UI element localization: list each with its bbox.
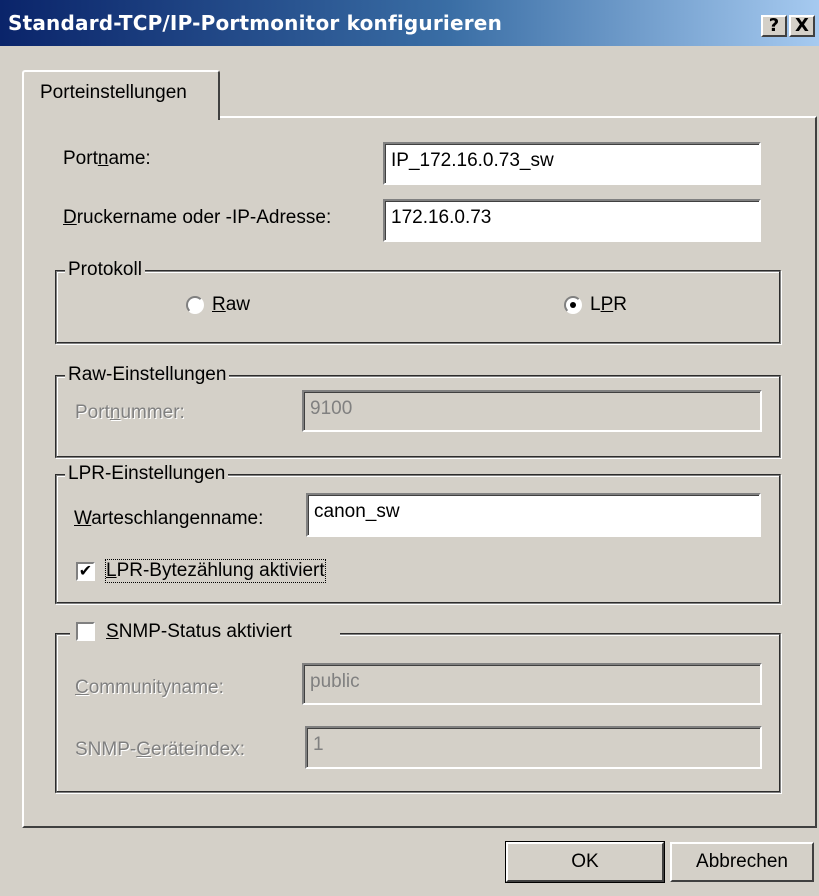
port-number-input[interactable]: 9100 <box>302 390 762 432</box>
cancel-button[interactable]: Abbrechen <box>670 842 814 882</box>
snmp-status-label: SNMP-Status aktiviert <box>106 621 292 642</box>
lpr-radio-option[interactable]: LPR <box>564 293 684 319</box>
lpr-byte-counting-label[interactable]: LPR-Bytezählung aktiviert <box>105 559 326 583</box>
printer-address-value: 172.16.0.73 <box>391 207 492 228</box>
raw-radio-option[interactable]: Raw <box>186 293 306 319</box>
raw-radio-label: Raw <box>212 294 251 315</box>
tab-porteinstellungen[interactable]: Porteinstellungen <box>22 70 220 120</box>
lpr-byte-counting-checkbox[interactable]: ✔ <box>76 562 95 581</box>
lpr-radio-label: LPR <box>590 294 627 315</box>
snmp-status-option[interactable]: SNMP-Status aktiviert <box>70 620 340 648</box>
community-name-value: public <box>310 671 360 692</box>
snmp-status-checkbox[interactable] <box>76 622 95 641</box>
tab-label: Porteinstellungen <box>40 82 187 103</box>
port-number-value: 9100 <box>310 398 353 419</box>
checkmark-icon: ✔ <box>78 563 93 580</box>
help-button[interactable]: ? <box>761 15 787 37</box>
printer-address-label: Druckername oder -IP-Adresse: <box>63 207 332 228</box>
queue-name-label: Warteschlangenname: <box>74 508 264 529</box>
port-name-label: Portname: <box>63 148 151 169</box>
community-name-input[interactable]: public <box>302 663 762 705</box>
queue-name-value: canon_sw <box>314 501 400 522</box>
port-name-input[interactable]: IP_172.16.0.73_sw <box>383 142 761 185</box>
device-index-label: SNMP-Geräteindex: <box>75 739 246 760</box>
device-index-value: 1 <box>313 734 324 755</box>
port-number-label: Portnummer: <box>75 402 185 423</box>
lpr-settings-legend: LPR-Einstellungen <box>65 463 229 485</box>
snmp-group <box>55 633 781 793</box>
protocol-legend: Protokoll <box>65 259 145 281</box>
device-index-input[interactable]: 1 <box>305 726 762 769</box>
raw-radio-button[interactable] <box>186 296 204 314</box>
radio-selected-dot <box>570 302 576 308</box>
ok-button[interactable]: OK <box>505 841 665 883</box>
community-name-label: Communityname: <box>75 677 224 698</box>
printer-address-input[interactable]: 172.16.0.73 <box>383 199 761 242</box>
queue-name-input[interactable]: canon_sw <box>306 493 761 537</box>
port-name-value: IP_172.16.0.73_sw <box>391 150 554 171</box>
window-title: Standard-TCP/IP-Portmonitor konfiguriere… <box>8 11 503 35</box>
lpr-radio-button[interactable] <box>564 296 582 314</box>
close-button[interactable]: X <box>789 15 815 37</box>
raw-settings-legend: Raw-Einstellungen <box>65 364 230 386</box>
title-bar[interactable]: Standard-TCP/IP-Portmonitor konfiguriere… <box>0 0 819 46</box>
